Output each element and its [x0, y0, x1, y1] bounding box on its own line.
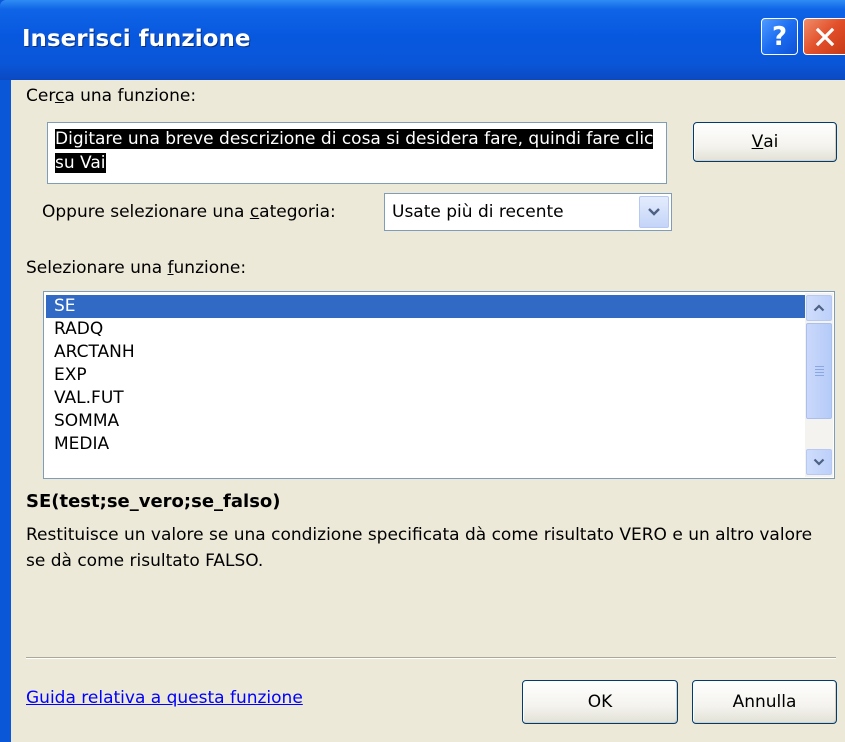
search-text: Digitare una breve descrizione di cosa s… [55, 129, 654, 173]
dialog-body: Cerca una funzione: Digitare una breve d… [11, 80, 845, 742]
chevron-down-icon [813, 458, 825, 466]
divider [26, 657, 836, 659]
close-icon [815, 27, 834, 46]
list-item[interactable]: MEDIA [46, 433, 807, 456]
grip-icon [814, 364, 824, 378]
function-description: Restituisce un valore se una condizione … [26, 525, 813, 571]
dropdown-button[interactable] [639, 196, 669, 228]
list-item[interactable]: SOMMA [46, 410, 807, 433]
list-item[interactable]: VAL.FUT [46, 387, 807, 410]
list-item[interactable]: SE [46, 295, 807, 318]
close-button[interactable] [803, 18, 845, 55]
dialog-title: Inserisci funzione [22, 26, 251, 52]
list-item[interactable]: EXP [46, 364, 807, 387]
function-help-link[interactable]: Guida relativa a questa funzione [26, 688, 303, 708]
vertical-scrollbar[interactable] [805, 293, 833, 477]
list-item[interactable]: RADQ [46, 318, 807, 341]
category-label: Oppure selezionare una categoria: [42, 202, 336, 222]
scroll-down-button[interactable] [806, 449, 832, 475]
function-listbox[interactable]: SE RADQ ARCTANH EXP VAL.FUT SOMMA MEDIA [43, 291, 835, 479]
search-label: Cerca una funzione: [26, 86, 197, 106]
title-bar[interactable]: Inserisci funzione ? [0, 0, 845, 80]
scroll-up-button[interactable] [806, 295, 832, 321]
cancel-button[interactable]: Annulla [692, 680, 837, 724]
category-selected-value: Usate più di recente [392, 202, 564, 222]
help-button[interactable]: ? [761, 18, 798, 55]
category-select[interactable]: Usate più di recente [384, 193, 672, 231]
go-button[interactable]: Vai [693, 122, 837, 162]
chevron-up-icon [813, 304, 825, 312]
function-syntax: SE(test;se_vero;se_falso) [26, 491, 281, 512]
search-input[interactable]: Digitare una breve descrizione di cosa s… [47, 122, 667, 184]
function-list-label: Selezionare una funzione: [26, 258, 247, 278]
chevron-down-icon [648, 208, 660, 216]
scroll-thumb[interactable] [806, 323, 832, 419]
help-icon: ? [771, 21, 788, 52]
list-item[interactable]: ARCTANH [46, 341, 807, 364]
dialog-window: Inserisci funzione ? Cerca una funzione:… [0, 0, 845, 742]
ok-button[interactable]: OK [522, 680, 678, 724]
